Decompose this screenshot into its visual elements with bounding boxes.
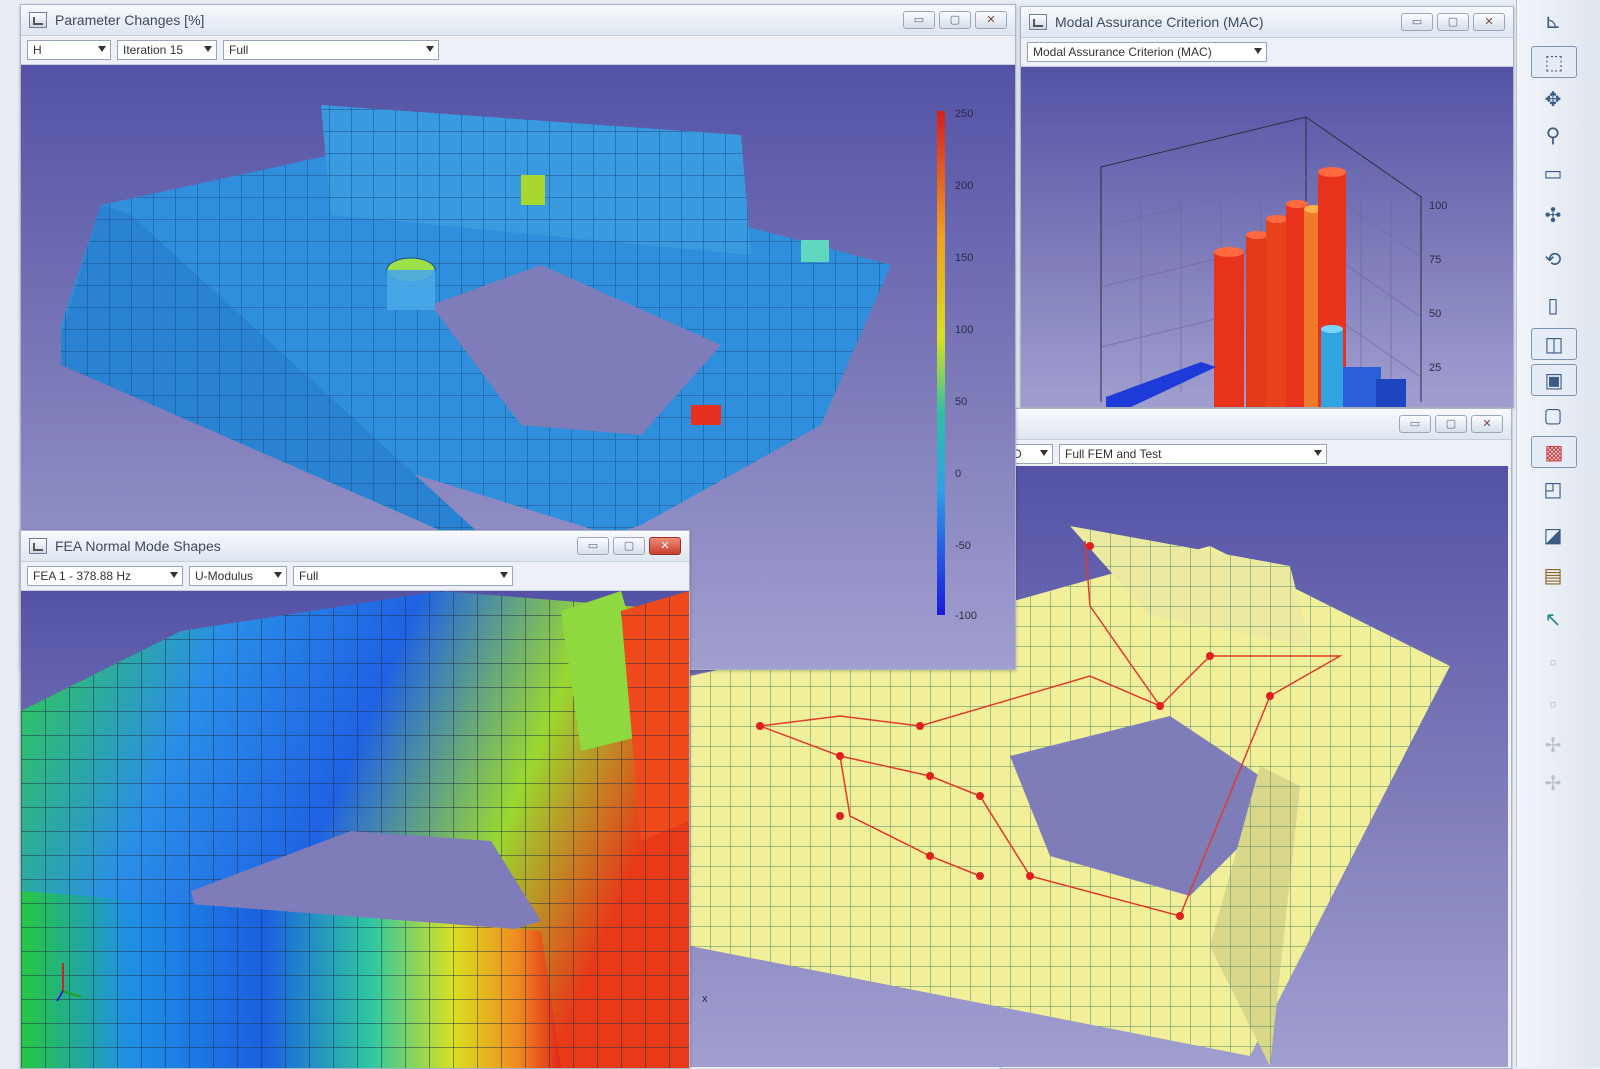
colorbar-tick: 200 bbox=[955, 180, 973, 192]
mac-axis-tick: 75 bbox=[1429, 254, 1441, 266]
rotate-icon[interactable]: ✣ bbox=[1531, 200, 1575, 230]
fem-minimize-button[interactable]: ▭ bbox=[1399, 415, 1431, 433]
mac-axis-tick: 100 bbox=[1429, 200, 1447, 212]
colorbar-tick: 150 bbox=[955, 252, 973, 264]
fea-toolbar: FEA 1 - 378.88 Hz U-Modulus Full bbox=[21, 562, 689, 591]
wire-box-icon[interactable]: ◫ bbox=[1531, 328, 1577, 360]
colorbar-tick: -50 bbox=[955, 540, 971, 552]
chart-window-icon bbox=[1029, 14, 1047, 30]
mac-bar bbox=[1214, 252, 1244, 407]
fea-close-button[interactable]: ✕ bbox=[649, 537, 681, 555]
param-title: Parameter Changes [%] bbox=[55, 12, 205, 28]
param-close-button[interactable]: ✕ bbox=[975, 11, 1007, 29]
mac-title: Modal Assurance Criterion (MAC) bbox=[1055, 14, 1264, 30]
param-colorbar bbox=[937, 111, 945, 615]
fea-maximize-button[interactable]: ▢ bbox=[613, 537, 645, 555]
small-box-icon[interactable]: ◰ bbox=[1531, 474, 1575, 504]
disabled-icon-2: ▫ bbox=[1549, 693, 1557, 716]
mac-bar bbox=[1246, 231, 1268, 239]
param-titlebar[interactable]: Parameter Changes [%] ▭ ▢ ✕ bbox=[21, 5, 1015, 36]
mac-window: Modal Assurance Criterion (MAC) ▭ ▢ ✕ Mo… bbox=[1020, 6, 1514, 408]
fea-minimize-button[interactable]: ▭ bbox=[577, 537, 609, 555]
mac-maximize-button[interactable]: ▢ bbox=[1437, 13, 1469, 31]
cursor-icon[interactable]: ↖ bbox=[1531, 604, 1575, 634]
fem-close-button[interactable]: ✕ bbox=[1471, 415, 1503, 433]
page-icon[interactable]: ▯ bbox=[1531, 290, 1575, 320]
fea-quantity-select[interactable]: U-Modulus bbox=[189, 566, 287, 586]
fea-title: FEA Normal Mode Shapes bbox=[55, 538, 221, 554]
mac-titlebar[interactable]: Modal Assurance Criterion (MAC) ▭ ▢ ✕ bbox=[1021, 7, 1513, 38]
fem-titlebar[interactable]: ▭ ▢ ✕ bbox=[1001, 409, 1511, 440]
colorbar-tick: 50 bbox=[955, 396, 967, 408]
param-hotspot bbox=[801, 240, 829, 262]
param-iteration-select[interactable]: Iteration 15 bbox=[117, 40, 217, 60]
param-scope-select[interactable]: Full bbox=[223, 40, 439, 60]
mac-floor-bars bbox=[1106, 362, 1216, 407]
fea-rainbow-mesh bbox=[21, 591, 689, 1068]
mac-bar bbox=[1343, 367, 1381, 407]
mac-bar bbox=[1266, 219, 1288, 407]
disabled-icon-4: ✢ bbox=[1544, 772, 1562, 795]
mac-close-button[interactable]: ✕ bbox=[1473, 13, 1505, 31]
mac-bar bbox=[1376, 379, 1406, 407]
param-hotspot bbox=[521, 175, 545, 205]
param-toolbar: H Iteration 15 Full bbox=[21, 36, 1015, 65]
mac-bar bbox=[1266, 215, 1288, 223]
param-maximize-button[interactable]: ▢ bbox=[939, 11, 971, 29]
chart-window-icon bbox=[29, 538, 47, 554]
mac-type-select[interactable]: Modal Assurance Criterion (MAC) bbox=[1027, 42, 1267, 62]
mac-bar bbox=[1321, 329, 1343, 407]
mac-bar bbox=[1246, 235, 1268, 407]
axes-icon[interactable]: ⊾ bbox=[1531, 6, 1575, 36]
mac-minimize-button[interactable]: ▭ bbox=[1401, 13, 1433, 31]
mac-axis-tick: 25 bbox=[1429, 362, 1441, 374]
mac-bar bbox=[1286, 200, 1308, 208]
disabled-icon-3: ✢ bbox=[1544, 734, 1562, 757]
fem-toolbar: D Full FEM and Test bbox=[1001, 440, 1511, 469]
mac-bar bbox=[1214, 247, 1244, 257]
solid-box-icon[interactable]: ▣ bbox=[1531, 364, 1577, 396]
mac-3d-chart[interactable]: 100 75 50 25 bbox=[1021, 67, 1513, 407]
mesh-icon[interactable]: ◪ bbox=[1531, 520, 1575, 550]
disabled-icon-1: ▫ bbox=[1549, 651, 1557, 674]
pick-icon[interactable]: ⬚ bbox=[1531, 46, 1577, 78]
fem-axis-label: x bbox=[702, 993, 708, 1005]
film-icon[interactable]: ▤ bbox=[1531, 560, 1575, 590]
spin-icon[interactable]: ⟲ bbox=[1531, 244, 1575, 274]
param-hotspot bbox=[691, 405, 721, 425]
fem-display-select[interactable]: Full FEM and Test bbox=[1059, 444, 1327, 464]
right-toolbar: ⊾ ⬚ ✥ ⚲ ▭ ✣ ⟲ ▯ ◫ ▣ ▢ ▩ ◰ ◪ ▤ ↖ ▫ ▫ ✢ ✢ bbox=[1516, 0, 1600, 1067]
colorbar-tick: -100 bbox=[955, 610, 977, 622]
colorbar-tick: 100 bbox=[955, 324, 973, 336]
mac-toolbar: Modal Assurance Criterion (MAC) bbox=[1021, 38, 1513, 67]
fea-mode-shapes-window: FEA Normal Mode Shapes ▭ ▢ ✕ FEA 1 - 378… bbox=[20, 530, 690, 1069]
colorbar-tick: 0 bbox=[955, 468, 961, 480]
param-h-select[interactable]: H bbox=[27, 40, 111, 60]
fea-3d-view[interactable] bbox=[21, 591, 689, 1068]
zoom-icon[interactable]: ⚲ bbox=[1531, 120, 1575, 150]
zoom-box-icon[interactable]: ▭ bbox=[1531, 158, 1575, 188]
mac-bar bbox=[1321, 325, 1343, 333]
param-minimize-button[interactable]: ▭ bbox=[903, 11, 935, 29]
fea-titlebar[interactable]: FEA Normal Mode Shapes ▭ ▢ ✕ bbox=[21, 531, 689, 562]
mac-axis-tick: 50 bbox=[1429, 308, 1441, 320]
fea-mode-select[interactable]: FEA 1 - 378.88 Hz bbox=[27, 566, 183, 586]
mac-axis-ticks: 100 75 50 25 bbox=[1429, 200, 1447, 374]
fea-scope-select[interactable]: Full bbox=[293, 566, 513, 586]
param-blue-mesh bbox=[61, 105, 891, 535]
transparent-box-icon[interactable]: ▢ bbox=[1531, 400, 1575, 430]
chart-window-icon bbox=[29, 12, 47, 28]
fem-maximize-button[interactable]: ▢ bbox=[1435, 415, 1467, 433]
move-icon[interactable]: ✥ bbox=[1531, 84, 1575, 114]
param-colorbar-ticks: 250 200 150 100 50 0 -50 -100 bbox=[955, 108, 977, 622]
color-box-icon[interactable]: ▩ bbox=[1531, 436, 1577, 468]
mac-bar bbox=[1318, 167, 1346, 177]
colorbar-tick: 250 bbox=[955, 108, 973, 120]
